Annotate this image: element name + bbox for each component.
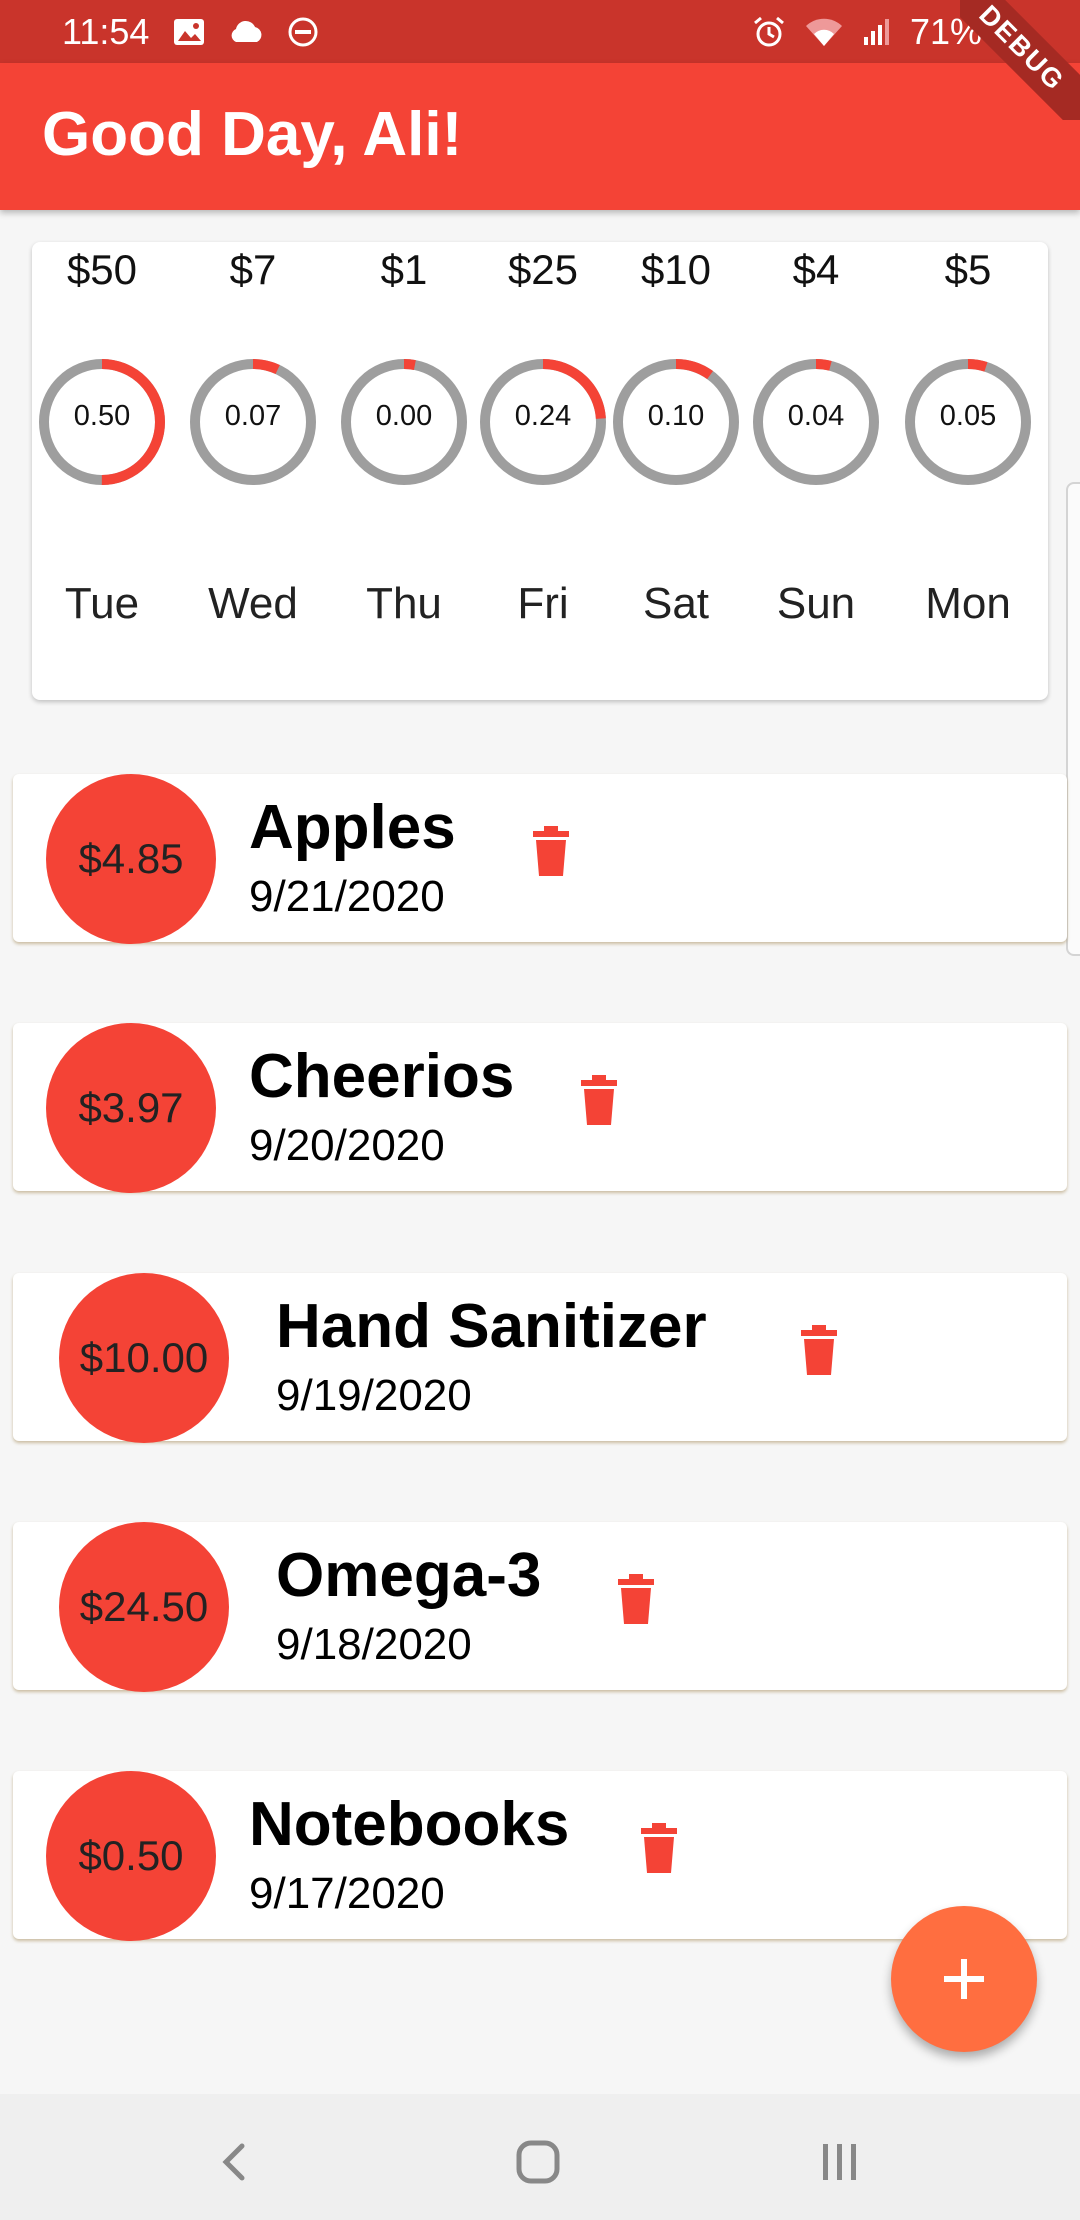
chart-bar-fri: $25 0.24 Fri xyxy=(473,242,613,700)
nav-home-button[interactable] xyxy=(508,2132,568,2192)
transaction-title: Cheerios xyxy=(249,1042,515,1111)
chart-bar-day: Fri xyxy=(517,579,569,628)
transaction-amount-badge: $24.50 xyxy=(59,1522,229,1692)
image-icon xyxy=(174,18,205,45)
alarm-icon xyxy=(753,16,784,46)
transaction-card: $10.00 Hand Sanitizer 9/19/2020 xyxy=(13,1273,1067,1443)
chart-bar-fraction: 0.50 xyxy=(73,400,131,432)
back-icon xyxy=(222,2143,245,2181)
chart-bar-amount: $50 xyxy=(66,246,138,293)
trash-icon xyxy=(801,1325,837,1375)
chart-bar-day: Sat xyxy=(642,579,710,628)
delete-transaction-button[interactable] xyxy=(579,1075,619,1127)
signal-icon xyxy=(863,18,889,45)
chart-bar-fraction: 0.00 xyxy=(375,400,433,432)
nav-back-button[interactable] xyxy=(206,2132,266,2192)
home-icon xyxy=(516,2140,560,2184)
transaction-date: 9/21/2020 xyxy=(249,872,445,921)
transaction-date: 9/17/2020 xyxy=(249,1869,445,1918)
chart-bar-sat: $10 0.10 Sat xyxy=(606,242,746,700)
chart-bar-amount: $7 xyxy=(229,246,277,293)
delete-transaction-button[interactable] xyxy=(639,1823,679,1875)
transaction-card: $3.97 Cheerios 9/20/2020 xyxy=(13,1023,1067,1193)
transaction-amount-badge: $4.85 xyxy=(46,774,216,944)
chart-bar-day: Sun xyxy=(776,579,856,628)
chart-bar-fraction: 0.24 xyxy=(514,400,572,432)
transaction-title: Omega-3 xyxy=(276,1541,542,1610)
chart-bar-amount: $10 xyxy=(640,246,712,293)
transaction-amount-badge: $3.97 xyxy=(46,1023,216,1193)
transaction-amount-badge: $10.00 xyxy=(59,1273,229,1443)
transaction-title: Hand Sanitizer xyxy=(276,1292,707,1361)
chart-bar-amount: $1 xyxy=(380,246,428,293)
recents-icon xyxy=(823,2144,856,2180)
chart-bar-day: Wed xyxy=(208,579,298,628)
chart-bar-tue: $50 0.50 Tue xyxy=(32,242,172,700)
scroll-edge-indicator xyxy=(1066,482,1080,956)
chart-bar-day: Thu xyxy=(366,579,442,628)
transaction-card: $24.50 Omega-3 9/18/2020 xyxy=(13,1522,1067,1692)
chart-bar-day: Mon xyxy=(925,579,1011,628)
transaction-card: $4.85 Apples 9/21/2020 xyxy=(13,774,1067,944)
chart-bar-amount: $5 xyxy=(944,246,992,293)
transaction-card: $0.50 Notebooks 9/17/2020 xyxy=(13,1771,1067,1941)
add-transaction-button[interactable] xyxy=(891,1906,1037,2052)
chart-bar-fraction: 0.07 xyxy=(224,400,282,432)
trash-icon xyxy=(581,1075,617,1125)
chart-bar-sun: $4 0.04 Sun xyxy=(746,242,886,700)
chart-bar-fraction: 0.04 xyxy=(787,400,845,432)
transaction-amount-badge: $0.50 xyxy=(46,1771,216,1941)
chart-bar-mon: $5 0.05 Mon xyxy=(898,242,1038,700)
app-bar: Good Day, Ali! xyxy=(0,63,1080,210)
transaction-date: 9/19/2020 xyxy=(276,1371,472,1420)
chart-bar-amount: $4 xyxy=(792,246,840,293)
chart-bar-fraction: 0.10 xyxy=(647,400,705,432)
trash-icon xyxy=(533,826,569,876)
do-not-disturb-icon xyxy=(288,17,318,46)
app-bar-title: Good Day, Ali! xyxy=(42,100,463,169)
chart-bar-fraction: 0.05 xyxy=(939,400,997,432)
debug-banner: DEBUG xyxy=(960,0,1080,120)
chart-bar-day: Tue xyxy=(64,579,140,628)
delete-transaction-button[interactable] xyxy=(616,1574,656,1626)
debug-banner-clip: DEBUG xyxy=(960,0,1080,120)
transaction-title: Notebooks xyxy=(249,1790,570,1859)
status-bar: 11:54 71% xyxy=(0,0,1080,63)
weekly-chart-card: $50 0.50 Tue $7 0.07 Wed $1 0.00 Thu $25 0.24 Fri $1… xyxy=(32,242,1048,700)
trash-icon xyxy=(641,1823,677,1873)
transaction-title: Apples xyxy=(249,793,456,862)
chart-bar-thu: $1 0.00 Thu xyxy=(334,242,474,700)
nav-recents-button[interactable] xyxy=(810,2132,870,2192)
chart-bar-amount: $25 xyxy=(507,246,579,293)
cloud-icon xyxy=(232,20,262,42)
transaction-date: 9/20/2020 xyxy=(249,1121,445,1170)
wifi-icon xyxy=(805,18,842,46)
delete-transaction-button[interactable] xyxy=(531,826,571,878)
trash-icon xyxy=(618,1574,654,1624)
transaction-date: 9/18/2020 xyxy=(276,1620,472,1669)
chart-bar-wed: $7 0.07 Wed xyxy=(183,242,323,700)
delete-transaction-button[interactable] xyxy=(799,1325,839,1377)
status-time: 11:54 xyxy=(62,10,150,52)
system-nav-bar xyxy=(0,2094,1080,2220)
plus-icon xyxy=(944,1959,984,1999)
